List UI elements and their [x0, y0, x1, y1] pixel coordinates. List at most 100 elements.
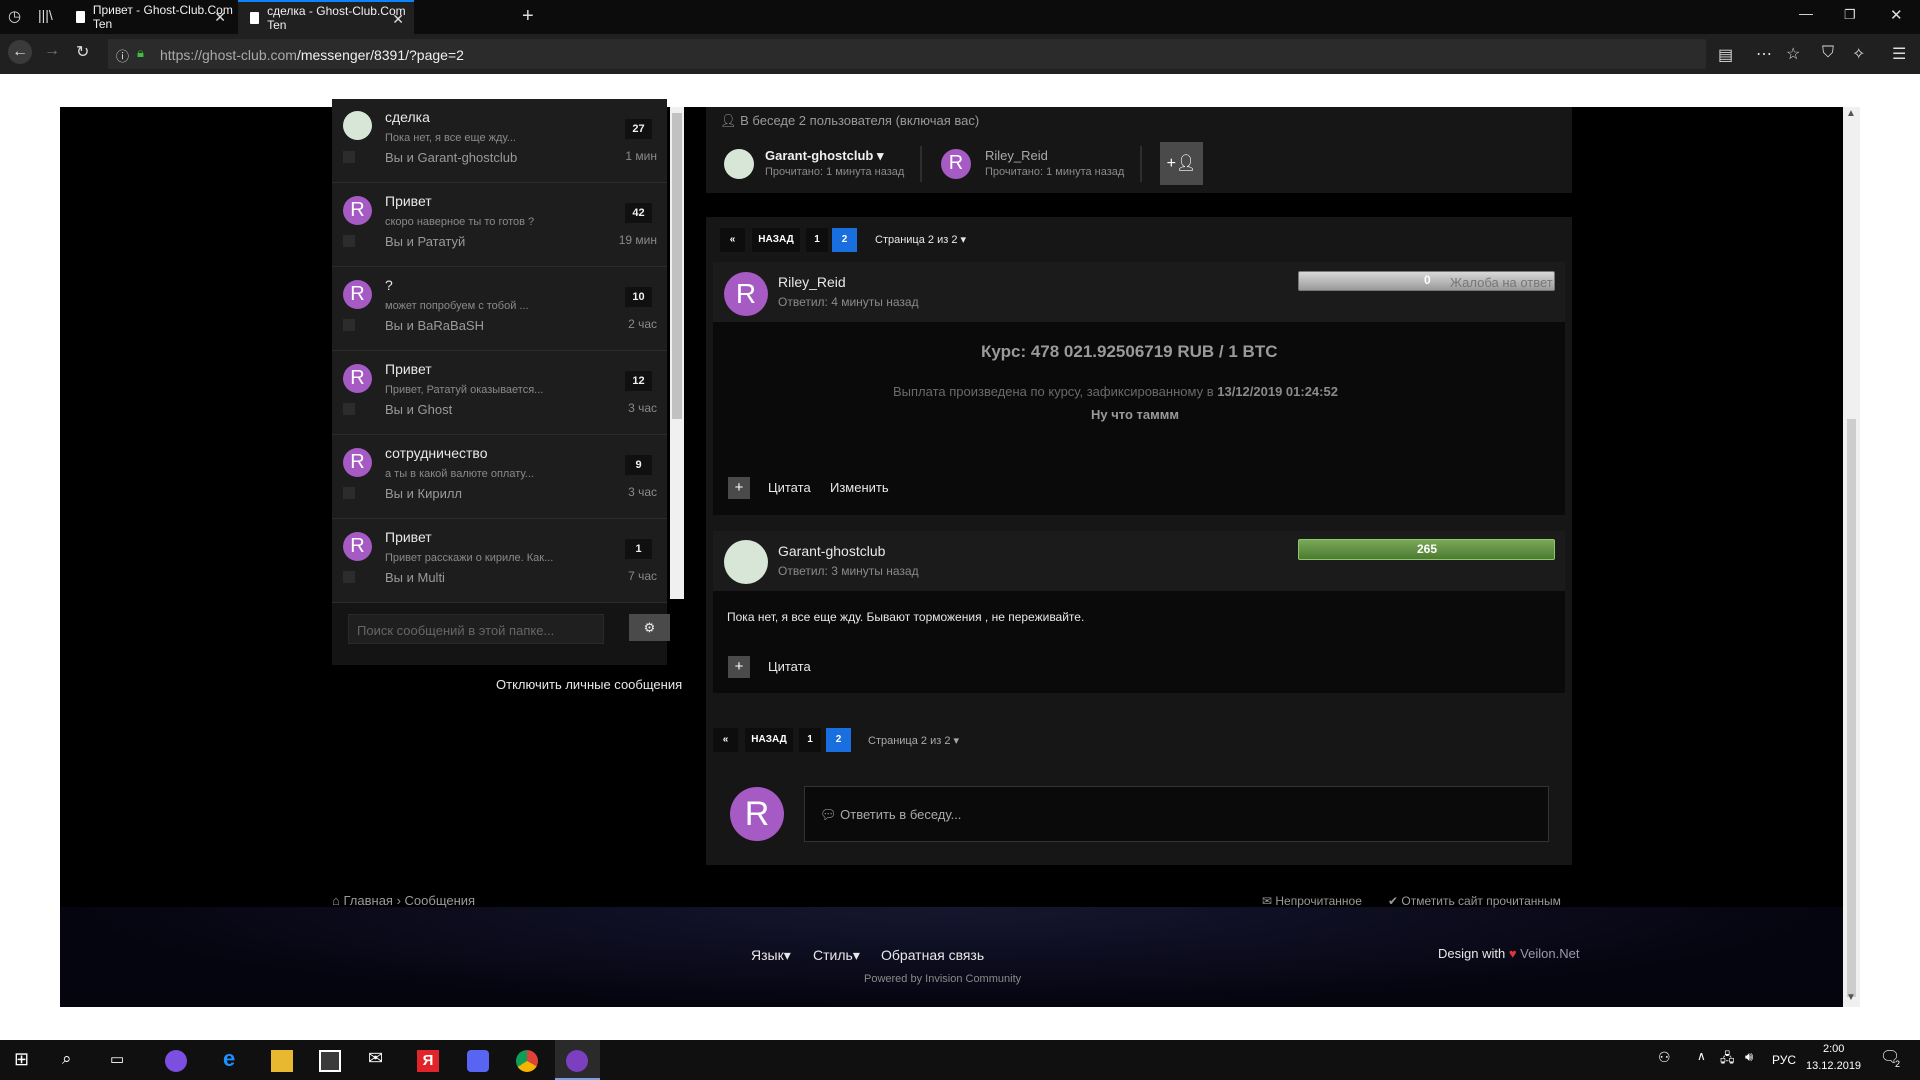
network-icon[interactable]: 🖧︎ — [1720, 1049, 1735, 1071]
participants-header: 👤︎ В беседе 2 пользователя (включая вас) — [720, 113, 980, 128]
first-page-button[interactable]: « — [713, 728, 738, 752]
disable-pm-link[interactable]: Отключить личные сообщения — [496, 677, 682, 692]
message-author[interactable]: Riley_Reid — [778, 274, 846, 290]
style-menu[interactable]: Стиль▾ — [813, 947, 860, 964]
clock-date[interactable]: 13.12.2019 — [1806, 1060, 1861, 1072]
alice-icon[interactable] — [165, 1050, 187, 1072]
conversation-title[interactable]: сделка — [385, 109, 430, 125]
page-jump[interactable]: Страница 2 из 2 ▾ — [875, 233, 966, 246]
conversation-title[interactable]: Привет — [385, 529, 432, 545]
conversation-title[interactable]: сотрудничество — [385, 445, 488, 461]
task-view-icon[interactable]: ▭ — [110, 1050, 124, 1068]
restore-icon[interactable]: ❐ — [1844, 7, 1856, 23]
conversation-title[interactable]: Привет — [385, 193, 432, 209]
yandex-browser-icon[interactable]: Я — [417, 1050, 439, 1072]
menu-icon[interactable]: ☰ — [1892, 44, 1906, 64]
conversation-item[interactable]: R Привет Привет, Рататуй оказывается... … — [332, 351, 667, 435]
scroll-down-icon[interactable]: ▼ — [1846, 992, 1856, 1003]
mark-read-link[interactable]: ✔ Отметить сайт прочитанным — [1388, 894, 1561, 908]
back-button[interactable]: НАЗАД — [752, 228, 800, 252]
extension-icon[interactable]: ✧ — [1852, 44, 1865, 64]
new-tab-icon[interactable]: + — [522, 5, 534, 28]
breadcrumb-home[interactable]: Главная — [343, 893, 392, 908]
page-actions-icon[interactable]: ⋯ — [1756, 44, 1772, 64]
select-checkbox[interactable] — [343, 235, 355, 247]
search-icon[interactable]: ⌕ — [62, 1049, 72, 1069]
conversation-item[interactable]: R ? может попробуем с тобой ... Вы и BaR… — [332, 267, 667, 351]
first-page-button[interactable]: « — [720, 228, 745, 252]
people-icon[interactable]: ⚇ — [1658, 1049, 1671, 1066]
language-menu[interactable]: Язык▾ — [751, 947, 791, 964]
settings-gear-button[interactable]: ⚙ — [629, 614, 670, 641]
shield-icon[interactable]: ⛉ — [1822, 44, 1834, 62]
chevron-down-icon: ▾ — [876, 148, 884, 163]
close-window-icon[interactable]: ✕ — [1890, 6, 1903, 24]
report-link[interactable]: Жалоба на ответ — [1450, 275, 1553, 290]
conversation-title[interactable]: ? — [385, 277, 393, 293]
list-scrollbar[interactable] — [670, 107, 684, 599]
history-icon[interactable]: ◷ — [8, 7, 21, 25]
page-2-button[interactable]: 2 — [832, 228, 857, 252]
forward-icon[interactable]: → — [44, 42, 60, 60]
conversation-item[interactable]: сделка Пока нет, я все еще жду... Вы и G… — [332, 99, 667, 183]
info-icon[interactable]: ⓘ — [116, 46, 129, 65]
back-button[interactable]: НАЗАД — [745, 728, 793, 752]
select-checkbox[interactable] — [343, 151, 355, 163]
reply-placeholder[interactable]: 💬︎ Ответить в беседу... — [820, 807, 961, 823]
veilon-link[interactable]: Veilon.Net — [1520, 946, 1579, 961]
discord-icon[interactable] — [467, 1050, 489, 1072]
list-scroll-thumb[interactable] — [672, 113, 682, 419]
conversation-item[interactable]: R Привет скоро наверное ты то готов ? Вы… — [332, 183, 667, 267]
windows-start-icon[interactable]: ⊞ — [14, 1049, 29, 1070]
multiquote-button[interactable]: + — [728, 477, 750, 499]
store-icon[interactable] — [319, 1050, 341, 1072]
select-checkbox[interactable] — [343, 403, 355, 415]
participant-name[interactable]: Garant-ghostclub ▾ — [765, 148, 884, 164]
page-2-button[interactable]: 2 — [826, 728, 851, 752]
edit-button[interactable]: Изменить — [830, 480, 889, 495]
file-explorer-icon[interactable] — [271, 1050, 293, 1072]
conversation-title[interactable]: Привет — [385, 361, 432, 377]
conversation-item[interactable]: R сотрудничество а ты в какой валюте опл… — [332, 435, 667, 519]
url-text[interactable]: https://ghost-club.com/messenger/8391/?p… — [160, 47, 464, 63]
powered-by-link[interactable]: Powered by Invision Community — [864, 973, 1021, 985]
unread-link[interactable]: ✉ Непрочитанное — [1262, 894, 1362, 908]
mail-icon[interactable]: ✉ — [368, 1048, 383, 1069]
select-checkbox[interactable] — [343, 319, 355, 331]
tab-sdelka[interactable]: сделка - Ghost-Club.Com Ten ✕ — [238, 0, 414, 34]
library-icon[interactable]: |||\ — [38, 7, 53, 23]
reload-icon[interactable]: ↻ — [76, 42, 89, 62]
feedback-link[interactable]: Обратная связь — [881, 947, 984, 963]
quote-button[interactable]: Цитата — [768, 480, 811, 495]
reader-view-icon[interactable]: ▤ — [1718, 45, 1733, 65]
add-participant-button[interactable]: +👤︎ — [1160, 142, 1203, 185]
volume-icon[interactable]: 🔊︎ — [1745, 1049, 1753, 1065]
select-checkbox[interactable] — [343, 571, 355, 583]
multiquote-button[interactable]: + — [728, 656, 750, 678]
breadcrumb-current[interactable]: Сообщения — [405, 893, 476, 908]
clock-time[interactable]: 2:00 — [1823, 1043, 1844, 1055]
search-input[interactable]: Поиск сообщений в этой папке... — [348, 614, 604, 644]
close-tab-icon[interactable]: ✕ — [214, 9, 226, 26]
edge-icon[interactable]: e — [223, 1046, 235, 1072]
bookmark-star-icon[interactable]: ☆ — [1786, 44, 1800, 64]
participant-name[interactable]: Riley_Reid — [985, 148, 1048, 163]
page-jump[interactable]: Страница 2 из 2 ▾ — [868, 734, 959, 747]
tab-privet[interactable]: Привет - Ghost-Club.Com Ten ✕ — [64, 0, 236, 34]
select-checkbox[interactable] — [343, 487, 355, 499]
scroll-thumb[interactable] — [1847, 419, 1856, 997]
minimize-icon[interactable]: — — [1799, 5, 1813, 21]
back-icon[interactable]: ← — [8, 40, 32, 64]
message-author[interactable]: Garant-ghostclub — [778, 543, 885, 559]
quote-button[interactable]: Цитата — [768, 659, 811, 674]
tor-browser-icon[interactable] — [566, 1050, 588, 1072]
page-1-button[interactable]: 1 — [806, 228, 828, 252]
input-language[interactable]: РУС — [1772, 1053, 1796, 1067]
chrome-icon[interactable] — [516, 1050, 538, 1072]
tray-expand-icon[interactable]: ∧ — [1697, 1049, 1706, 1063]
conversation-item[interactable]: R Привет Привет расскажи о кириле. Как..… — [332, 519, 667, 603]
scroll-up-icon[interactable]: ▲ — [1846, 108, 1856, 119]
close-tab-icon[interactable]: ✕ — [392, 11, 404, 28]
page-1-button[interactable]: 1 — [799, 728, 821, 752]
page-scrollbar[interactable] — [1843, 107, 1860, 1007]
